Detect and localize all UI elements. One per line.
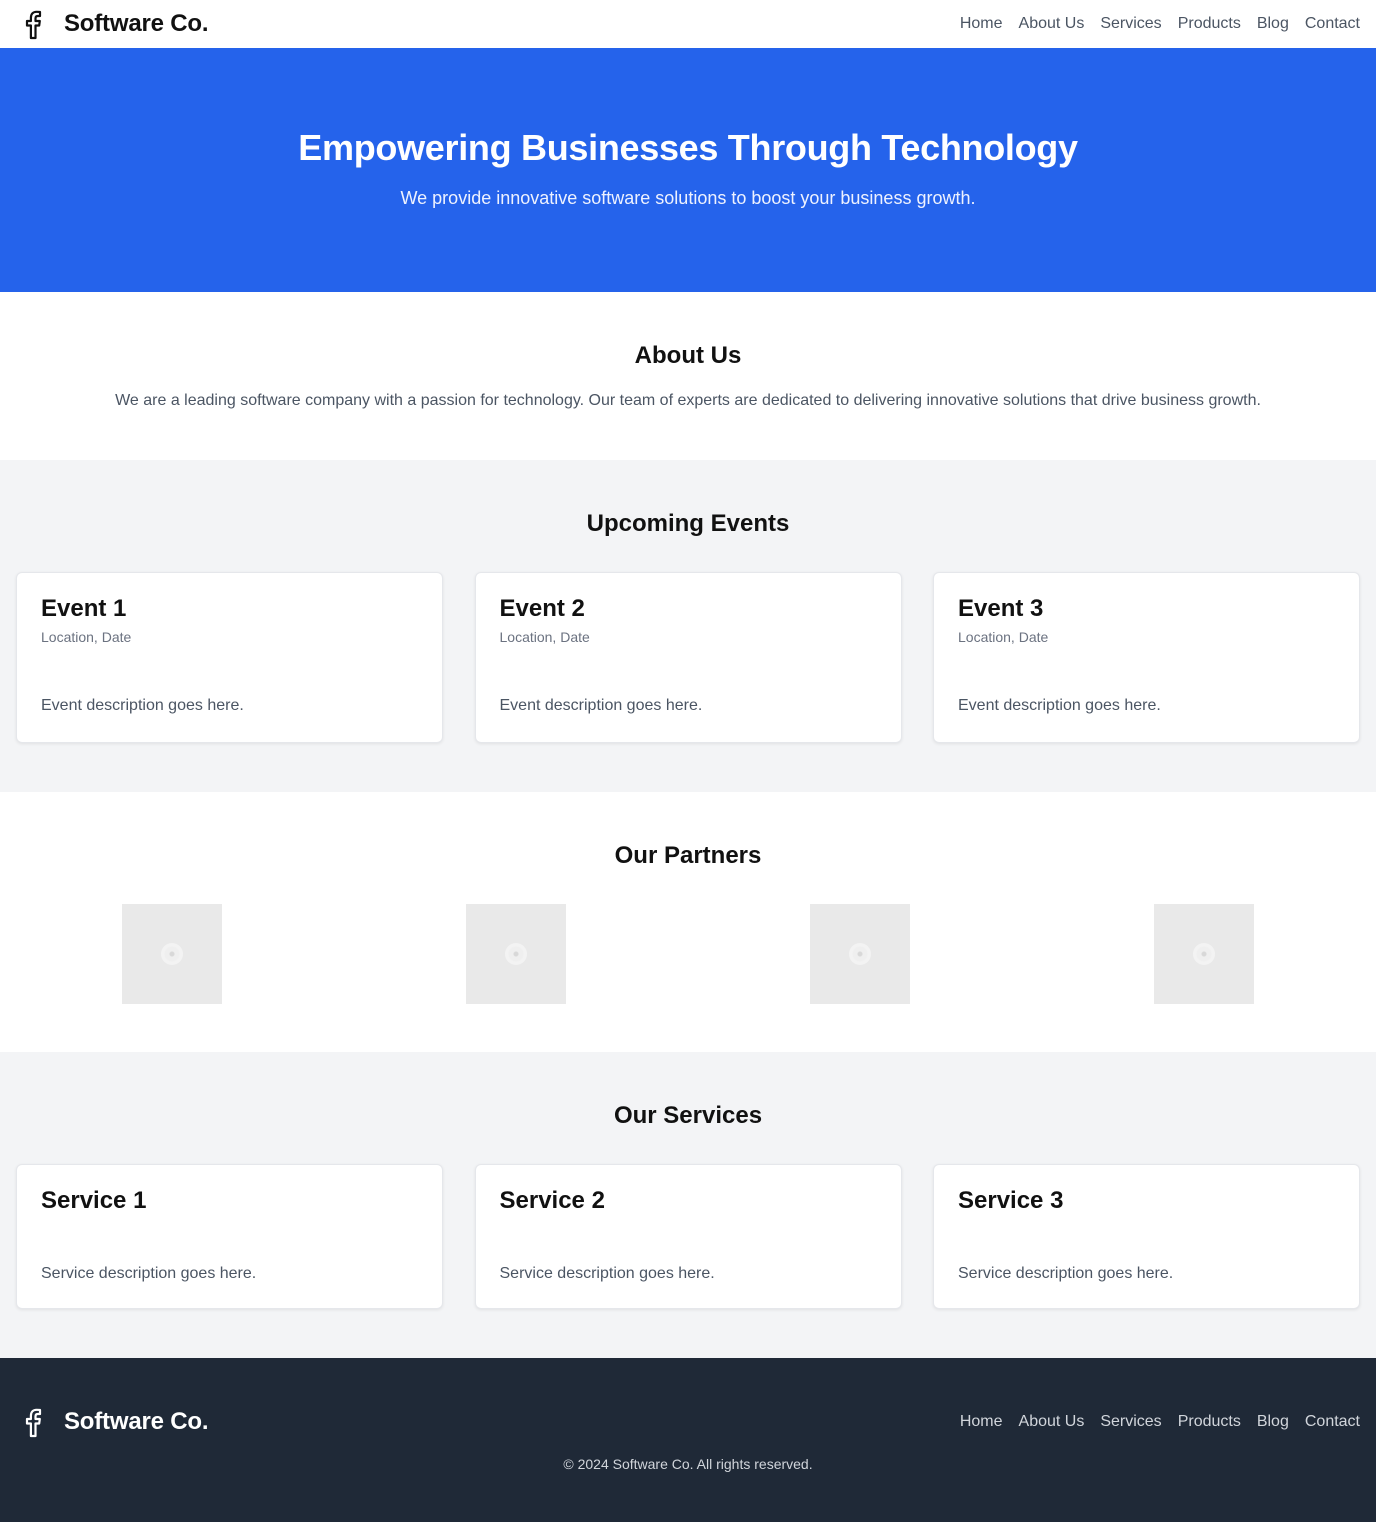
nav-link-services[interactable]: Services: [1100, 15, 1161, 33]
footer-link-services[interactable]: Services: [1100, 1413, 1161, 1431]
event-title: Event 1: [41, 595, 127, 622]
footer-link-home[interactable]: Home: [960, 1413, 1003, 1431]
event-cards: Event 1 Location, Date Event description…: [0, 572, 1376, 743]
footer-nav: Home About Us Services Products Blog Con…: [960, 1413, 1360, 1431]
services-title: Our Services: [613, 1102, 763, 1129]
about-section: About Us We are a leading software compa…: [0, 292, 1376, 460]
site-header: Software Co. Home About Us Services Prod…: [0, 0, 1376, 48]
partner-logo[interactable]: [466, 904, 566, 1004]
service-title: Service 3: [958, 1187, 1064, 1214]
event-card[interactable]: Event 3 Location, Date Event description…: [933, 572, 1360, 743]
event-title: Event 3: [958, 595, 1044, 622]
footer-brand[interactable]: Software Co.: [22, 1406, 208, 1438]
service-description: Service description goes here.: [958, 1265, 1174, 1282]
service-title: Service 2: [499, 1187, 605, 1214]
nav-link-contact[interactable]: Contact: [1305, 15, 1360, 33]
event-meta: Location, Date: [499, 629, 590, 645]
nav-link-products[interactable]: Products: [1178, 15, 1241, 33]
service-card[interactable]: Service 3 Service description goes here.: [933, 1164, 1360, 1309]
about-title: About Us: [634, 342, 742, 369]
brand-name: Software Co.: [64, 10, 209, 37]
partner-logo[interactable]: [1154, 904, 1254, 1004]
facebook-icon: [22, 8, 44, 40]
event-card[interactable]: Event 2 Location, Date Event description…: [474, 572, 902, 743]
services-section: Our Services Service 1 Service descripti…: [0, 1052, 1376, 1358]
service-cards: Service 1 Service description goes here.…: [0, 1164, 1376, 1309]
hero-title: Empowering Businesses Through Technology: [298, 127, 1078, 168]
service-description: Service description goes here.: [499, 1265, 715, 1282]
image-placeholder-icon: [849, 943, 871, 965]
partners-title: Our Partners: [614, 842, 762, 869]
service-description: Service description goes here.: [41, 1265, 257, 1282]
footer-brand-name: Software Co.: [64, 1408, 209, 1435]
about-text: We are a leading software company with a…: [115, 392, 1261, 409]
facebook-icon: [22, 1406, 44, 1438]
partners-section: Our Partners: [0, 792, 1376, 1052]
image-placeholder-icon: [161, 943, 183, 965]
main-nav: Home About Us Services Products Blog Con…: [960, 15, 1360, 33]
partner-logo[interactable]: [810, 904, 910, 1004]
service-title: Service 1: [41, 1187, 147, 1214]
brand[interactable]: Software Co.: [22, 8, 208, 40]
nav-link-home[interactable]: Home: [960, 15, 1003, 33]
event-meta: Location, Date: [41, 629, 132, 645]
hero-subtitle: We provide innovative software solutions…: [400, 188, 976, 208]
image-placeholder-icon: [505, 943, 527, 965]
partner-logos: [0, 904, 1376, 1004]
hero-section: Empowering Businesses Through Technology…: [0, 48, 1376, 292]
copyright-text: © 2024 Software Co. All rights reserved.: [563, 1456, 813, 1472]
footer-link-products[interactable]: Products: [1178, 1413, 1241, 1431]
image-placeholder-icon: [1193, 943, 1215, 965]
site-footer: Software Co. Home About Us Services Prod…: [0, 1358, 1376, 1522]
service-card[interactable]: Service 1 Service description goes here.: [16, 1164, 443, 1309]
event-description: Event description goes here.: [958, 697, 1161, 714]
event-meta: Location, Date: [958, 629, 1049, 645]
events-title: Upcoming Events: [586, 510, 790, 537]
partner-logo[interactable]: [122, 904, 222, 1004]
events-section: Upcoming Events Event 1 Location, Date E…: [0, 460, 1376, 792]
footer-link-contact[interactable]: Contact: [1305, 1413, 1360, 1431]
event-card[interactable]: Event 1 Location, Date Event description…: [16, 572, 443, 743]
service-card[interactable]: Service 2 Service description goes here.: [474, 1164, 902, 1309]
event-title: Event 2: [499, 595, 585, 622]
nav-link-blog[interactable]: Blog: [1257, 15, 1289, 33]
footer-link-blog[interactable]: Blog: [1257, 1413, 1289, 1431]
footer-link-about-us[interactable]: About Us: [1019, 1413, 1085, 1431]
event-description: Event description goes here.: [499, 697, 703, 714]
nav-link-about-us[interactable]: About Us: [1019, 15, 1085, 33]
footer-top-row: Software Co. Home About Us Services Prod…: [0, 1406, 1376, 1438]
event-description: Event description goes here.: [41, 697, 244, 714]
